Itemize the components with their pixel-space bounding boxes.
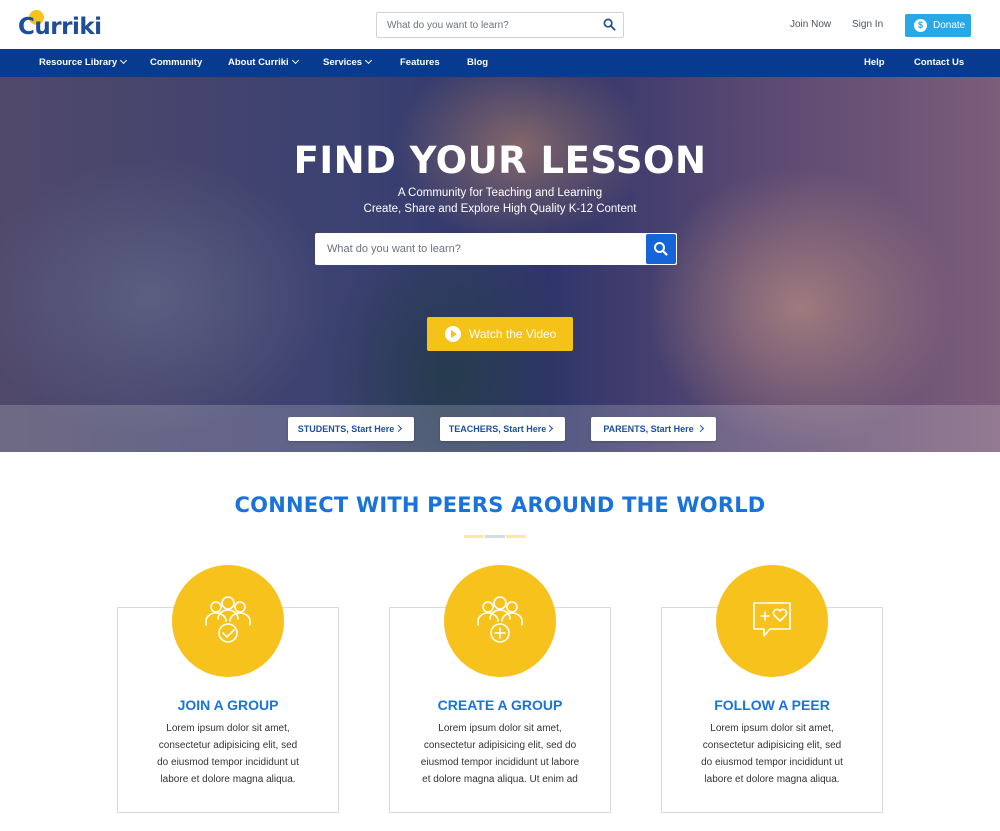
join-group-icon	[205, 596, 251, 643]
parents-start-button[interactable]: PARENTS, Start Here	[591, 417, 716, 441]
nav-label: Features	[400, 57, 440, 68]
join-group-description: Lorem ipsum dolor sit amet, consectetur …	[117, 720, 339, 788]
divider-segment	[464, 535, 484, 538]
chevron-down-icon	[291, 56, 299, 65]
play-icon	[445, 326, 461, 342]
create-group-title: CREATE A GROUP	[437, 697, 563, 713]
watch-video-button[interactable]: Watch the Video	[427, 317, 573, 351]
divider-segment	[506, 535, 526, 538]
join-group-badge	[172, 565, 284, 677]
join-now-link[interactable]: Join Now	[790, 19, 831, 30]
description-line: labore et dolore magna aliqua.	[160, 774, 296, 785]
follow-peer-icon	[753, 602, 791, 637]
chevron-down-icon	[120, 56, 128, 65]
donate-button[interactable]: $ Donate	[905, 14, 971, 37]
description-line: do eiusmod tempor incididunt ut	[701, 757, 843, 768]
dollar-icon: $	[914, 19, 927, 32]
hero-subtitle-1: A Community for Teaching and Learning	[397, 187, 603, 199]
follow-peer-badge	[716, 565, 828, 677]
description-line: consectetur adipisicing elit, sed	[702, 740, 842, 751]
top-header: Curriki Join Now Sign In $ Donate	[0, 0, 1000, 49]
nav-label: Resource Library	[39, 57, 118, 68]
follow-peer-description: Lorem ipsum dolor sit amet, consectetur …	[661, 720, 883, 788]
nav-item-services[interactable]: Services	[323, 56, 373, 68]
description-line: labore et dolore magna aliqua.	[704, 774, 840, 785]
header-search-box	[376, 12, 624, 38]
nav-item-resource-library[interactable]: Resource Library	[39, 56, 128, 68]
teachers-start-button[interactable]: TEACHERS, Start Here	[440, 417, 565, 441]
divider-segment	[485, 535, 505, 538]
hero-search-button[interactable]	[646, 234, 676, 264]
watch-video-label: Watch the Video	[469, 327, 557, 341]
curriki-logo[interactable]: Curriki	[18, 10, 102, 40]
description-line: eiusmod tempor incididunt ut labore	[420, 757, 580, 768]
nav-label: Services	[323, 57, 363, 68]
hero-subtitle-2: Create, Share and Explore High Quality K…	[363, 203, 637, 215]
create-group-icon	[477, 596, 523, 643]
description-line: et dolore magna aliqua. Ut enim ad	[422, 774, 578, 785]
description-line: Lorem ipsum dolor sit amet,	[710, 723, 834, 734]
nav-item-about-curriki[interactable]: About Curriki	[228, 56, 299, 68]
description-line: Lorem ipsum dolor sit amet,	[438, 723, 562, 734]
logo-text: Curriki	[18, 14, 102, 40]
connect-section-title: CONNECT WITH PEERS AROUND THE WORLD	[234, 493, 766, 517]
search-icon[interactable]	[603, 18, 616, 31]
nav-item-contact-us[interactable]: Contact Us	[914, 57, 964, 68]
nav-item-community[interactable]: Community	[150, 57, 202, 68]
follow-peer-title: FOLLOW A PEER	[714, 697, 830, 713]
students-start-button[interactable]: STUDENTS, Start Here	[288, 417, 414, 441]
search-icon	[654, 242, 668, 256]
hero-title: FIND YOUR LESSON	[293, 139, 707, 182]
main-nav: Resource Library Community About Curriki…	[0, 49, 1000, 77]
hero-search-box	[315, 233, 677, 265]
nav-item-help[interactable]: Help	[864, 57, 885, 68]
nav-label: Community	[150, 57, 203, 68]
description-line: consectetur adipisicing elit, sed do	[423, 740, 577, 751]
nav-item-features[interactable]: Features	[400, 57, 440, 68]
nav-label: Blog	[467, 57, 489, 68]
nav-item-blog[interactable]: Blog	[467, 57, 488, 68]
header-search-input[interactable]	[377, 13, 597, 37]
description-line: Lorem ipsum dolor sit amet,	[166, 723, 290, 734]
create-group-badge	[444, 565, 556, 677]
hero-banner: FIND YOUR LESSON A Community for Teachin…	[0, 77, 1000, 452]
description-line: do eiusmod tempor incididunt ut	[157, 757, 299, 768]
hero-search-input[interactable]	[315, 233, 645, 265]
nav-label: About Curriki	[228, 57, 289, 68]
donate-label: Donate	[933, 20, 966, 31]
sign-in-link[interactable]: Sign In	[852, 19, 883, 30]
chevron-down-icon	[365, 56, 373, 65]
join-group-title: JOIN A GROUP	[177, 697, 279, 713]
create-group-description: Lorem ipsum dolor sit amet, consectetur …	[389, 720, 611, 788]
description-line: consectetur adipisicing elit, sed	[158, 740, 298, 751]
